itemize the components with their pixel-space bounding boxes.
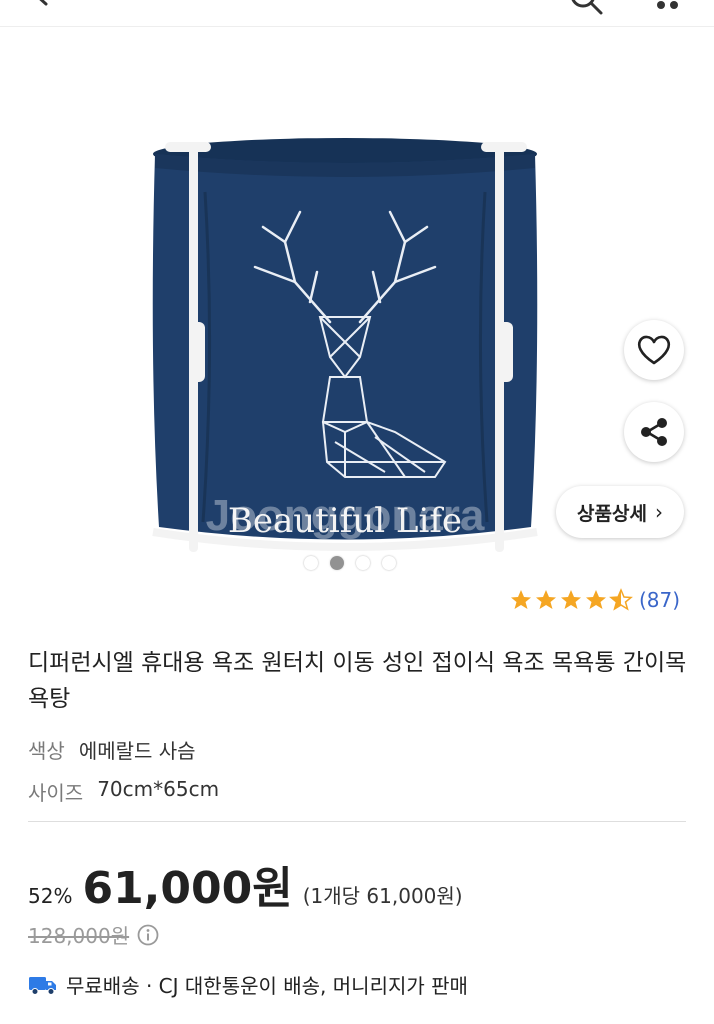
- carousel-dot[interactable]: [304, 556, 318, 570]
- search-icon[interactable]: [568, 0, 604, 16]
- like-button[interactable]: [624, 320, 684, 380]
- truck-icon: [29, 976, 56, 995]
- original-price-row: 128,000원: [28, 920, 159, 949]
- option-color-value: 에메랄드 사슴: [78, 739, 196, 763]
- option-color-label: 색상: [28, 739, 65, 763]
- price-row: 52% 61,000원 (1개당 61,000원): [28, 852, 463, 916]
- star-half-icon: [609, 588, 633, 611]
- carousel-indicator: [304, 556, 396, 572]
- product-detail-button[interactable]: 상품상세 ›: [556, 486, 684, 538]
- product-image: Beautiful Life Joonggonara: [152, 138, 538, 552]
- star-rating: [509, 588, 633, 612]
- carousel-dot[interactable]: [382, 556, 396, 570]
- shipping-text: 무료배송 · CJ 대한통운이 배송, 머니리지가 판매: [66, 974, 468, 998]
- star-icon: [560, 590, 581, 609]
- product-title: 디퍼런시엘 휴대용 욕조 원터치 이동 성인 접이식 욕조 목욕통 간이목욕탕: [28, 650, 687, 712]
- option-color: 색상 에메랄드 사슴: [28, 735, 196, 764]
- original-price: 128,000원: [28, 924, 130, 948]
- option-size-value: 70cm*65cm: [97, 777, 220, 801]
- unit-price: (1개당 61,000원): [302, 884, 463, 908]
- discount-rate: 52%: [28, 884, 73, 908]
- option-size: 사이즈 70cm*65cm: [28, 777, 219, 806]
- review-count-link[interactable]: (87): [639, 588, 680, 612]
- share-button[interactable]: [624, 402, 684, 462]
- option-size-label: 사이즈: [28, 781, 84, 805]
- star-icon: [535, 590, 556, 609]
- heart-icon: [637, 335, 671, 365]
- carousel-dot[interactable]: [356, 556, 370, 570]
- share-icon: [641, 418, 667, 446]
- back-icon[interactable]: [30, 0, 56, 8]
- star-icon: [585, 590, 606, 609]
- carousel-dot-active[interactable]: [330, 556, 344, 570]
- star-icon: [510, 590, 531, 609]
- top-bar: [0, 0, 714, 27]
- shipping-info: 무료배송 · CJ 대한통운이 배송, 머니리지가 판매: [28, 970, 468, 999]
- more-icon[interactable]: [654, 0, 680, 10]
- watermark-text: Joonggonara: [206, 491, 485, 540]
- product-detail-label: 상품상세: [577, 502, 647, 525]
- divider: [28, 821, 686, 822]
- info-icon[interactable]: [137, 924, 159, 946]
- chevron-right-icon: ›: [654, 500, 663, 524]
- rating[interactable]: (87): [509, 588, 680, 612]
- sale-price: 61,000원: [82, 863, 293, 914]
